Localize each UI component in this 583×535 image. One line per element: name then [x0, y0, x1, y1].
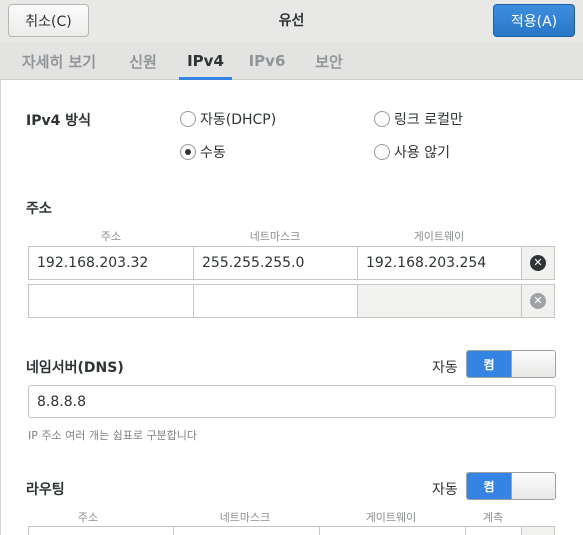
route-netmask-field[interactable] — [173, 526, 320, 535]
tab-ipv4[interactable]: IPv4 — [179, 42, 232, 80]
tab-ipv6[interactable]: IPv6 — [243, 42, 291, 80]
netmask-field[interactable]: 255.255.255.0 — [193, 246, 358, 280]
route-metric-field[interactable] — [465, 526, 522, 535]
radio-indicator — [180, 111, 196, 127]
route-address-field[interactable] — [28, 526, 174, 535]
delete-address-button[interactable]: ✕ — [521, 246, 555, 280]
column-header-address: 주소 — [100, 230, 122, 243]
radio-link-local[interactable]: 링크 로컬만 — [374, 109, 463, 129]
header-bar: 유선 취소(C) 적용(A) — [0, 0, 583, 42]
clear-icon: ✕ — [530, 255, 546, 271]
gateway-field-empty[interactable] — [357, 284, 522, 318]
switch-knob — [511, 473, 555, 499]
address-field-empty[interactable] — [28, 284, 194, 318]
route-column-netmask: 네트마스크 — [219, 511, 271, 524]
radio-indicator-checked — [180, 144, 196, 160]
gateway-field[interactable]: 192.168.203.254 — [357, 246, 522, 280]
tab-details[interactable]: 자세히 보기 — [10, 42, 108, 80]
radio-dhcp[interactable]: 자동(DHCP) — [180, 109, 276, 129]
routes-auto-label: 자동 — [432, 482, 458, 498]
dns-servers-input[interactable]: 8.8.8.8 — [28, 385, 556, 418]
apply-button[interactable]: 적용(A) — [493, 4, 575, 37]
radio-disable-label: 사용 않기 — [394, 145, 450, 161]
radio-link-local-label: 링크 로컬만 — [394, 112, 463, 128]
radio-manual-label: 수동 — [200, 145, 226, 161]
dns-hint-text: IP 주소 여러 개는 쉼표로 구분합니다 — [28, 429, 198, 442]
column-header-netmask: 네트마스크 — [249, 230, 301, 243]
route-column-address: 주소 — [77, 511, 99, 524]
switch-knob — [511, 351, 555, 377]
dns-auto-switch[interactable]: 켬 — [466, 350, 556, 378]
address-field[interactable]: 192.168.203.32 — [28, 246, 194, 280]
switch-on-label: 켬 — [467, 473, 511, 499]
delete-route-button[interactable] — [521, 526, 555, 535]
route-column-gateway: 게이트웨이 — [365, 511, 417, 524]
radio-dhcp-label: 자동(DHCP) — [200, 112, 277, 128]
route-column-metric: 계측 — [482, 511, 504, 524]
tab-bar: 자세히 보기 신원 IPv4 IPv6 보안 — [0, 42, 583, 80]
radio-disable[interactable]: 사용 않기 — [374, 142, 450, 162]
radio-indicator — [374, 111, 390, 127]
addresses-section-title: 주소 — [26, 201, 52, 217]
cancel-button[interactable]: 취소(C) — [8, 4, 89, 37]
routes-section-title: 라우팅 — [26, 482, 65, 498]
dns-section-title: 네임서버(DNS) — [26, 360, 124, 376]
tab-security[interactable]: 보안 — [303, 42, 355, 80]
radio-indicator — [374, 144, 390, 160]
routes-auto-switch[interactable]: 켬 — [466, 472, 556, 500]
dns-auto-label: 자동 — [432, 360, 458, 376]
tab-identity[interactable]: 신원 — [118, 42, 168, 80]
route-gateway-field[interactable] — [319, 526, 466, 535]
clear-icon: ✕ — [530, 293, 546, 309]
switch-on-label: 켬 — [467, 351, 511, 377]
ipv4-method-label: IPv4 방식 — [26, 113, 91, 129]
column-header-gateway: 게이트웨이 — [413, 230, 465, 243]
radio-manual[interactable]: 수동 — [180, 142, 226, 162]
netmask-field-empty[interactable] — [193, 284, 358, 318]
delete-address-button-disabled[interactable]: ✕ — [521, 284, 555, 318]
ipv4-settings-panel: IPv4 방식 자동(DHCP) 링크 로컬만 수동 사용 않기 주소 주소 네… — [0, 80, 583, 535]
